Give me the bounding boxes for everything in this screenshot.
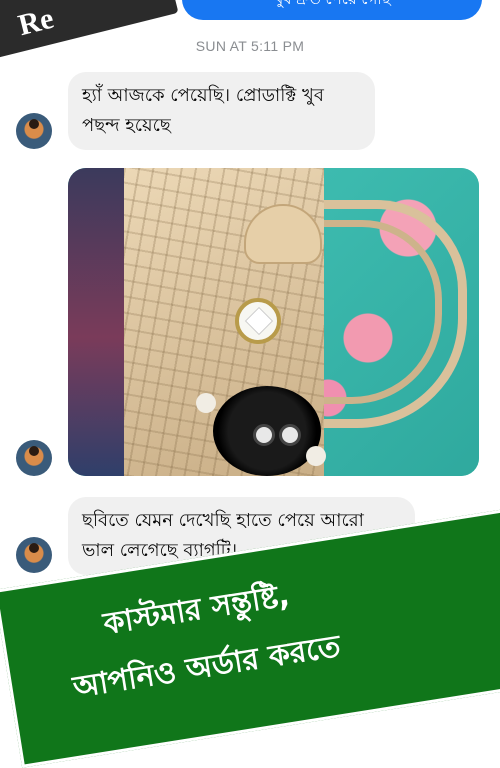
message-timestamp: SUN AT 5:11 PM — [195, 38, 305, 54]
avatar[interactable] — [16, 537, 52, 573]
bag-clasp — [235, 298, 281, 344]
pompom-bead — [306, 446, 326, 466]
avatar[interactable] — [16, 113, 52, 149]
product-photo[interactable] — [68, 168, 479, 476]
sent-message-bubble[interactable]: খুব দ্রুত পেয়ে গেছি — [182, 0, 482, 20]
sent-message-text: খুব দ্রুত পেয়ে গেছি — [273, 0, 390, 8]
avatar[interactable] — [16, 440, 52, 476]
received-message-text: হ্যাঁ আজকে পেয়েছি। প্রোডাক্টি খুব পছন্দ… — [82, 85, 324, 136]
overlay-badge-text: Re — [14, 1, 57, 43]
photo-cloth — [68, 168, 128, 476]
pompom-bead — [196, 393, 216, 413]
received-message-bubble[interactable]: হ্যাঁ আজকে পেয়েছি। প্রোডাক্টি খুব পছন্দ… — [68, 72, 375, 150]
bag-pompom — [213, 386, 321, 476]
